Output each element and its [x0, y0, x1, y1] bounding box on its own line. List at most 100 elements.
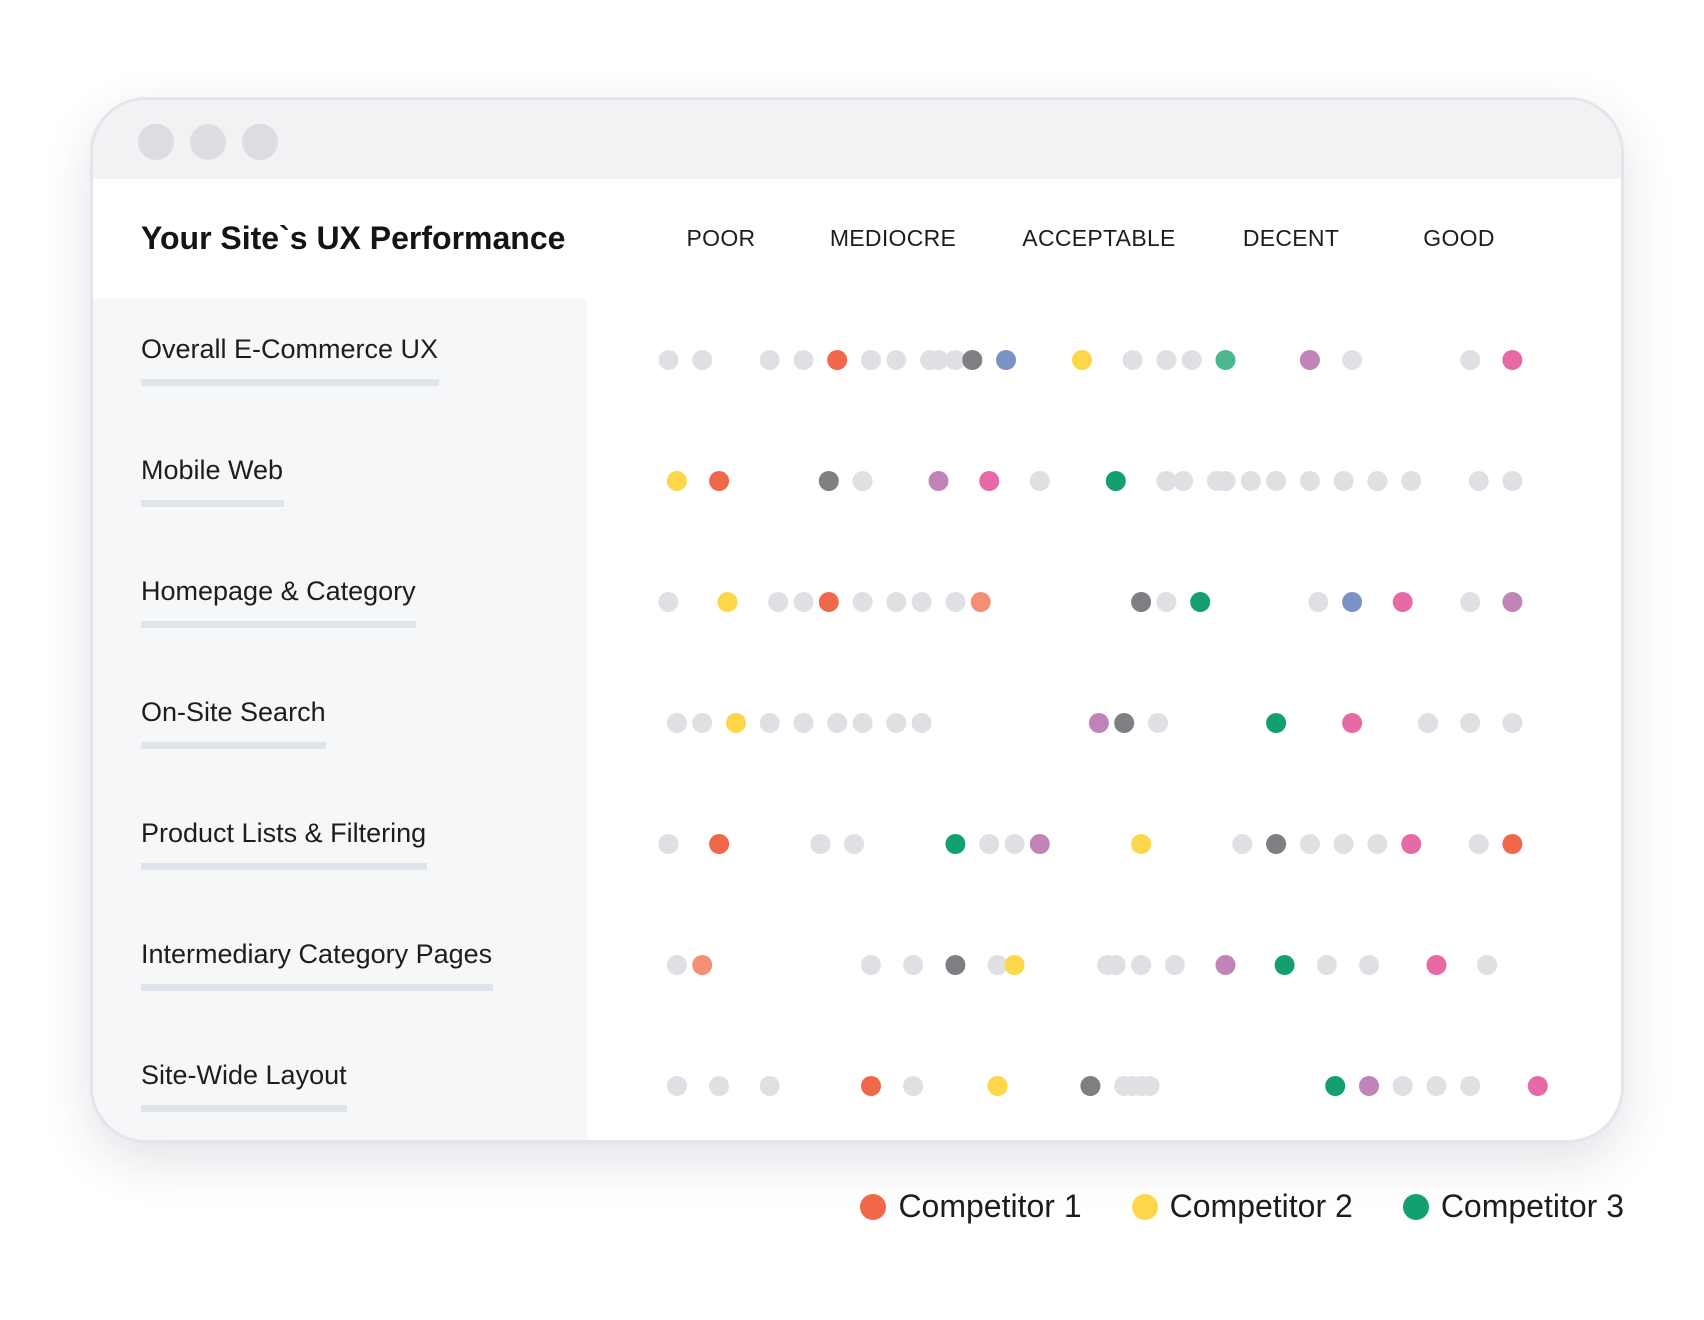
data-point-pink [1392, 592, 1413, 612]
data-point-other [1232, 834, 1253, 854]
dot-row-product-lists-filtering [658, 834, 1523, 854]
data-point-other [852, 713, 873, 733]
data-point-other [658, 834, 679, 854]
data-point-other [666, 955, 687, 975]
legend-swatch-competitor-2 [1131, 1193, 1158, 1220]
data-point-other [1426, 1076, 1447, 1096]
data-point-other [1173, 471, 1194, 491]
data-point-other [1460, 1076, 1481, 1096]
data-point-c2 [1004, 955, 1025, 975]
dot-row-on-site-search [666, 713, 1523, 733]
data-point-pink [979, 471, 1000, 491]
data-point-other [1156, 592, 1177, 612]
data-point-gray [1266, 834, 1287, 854]
data-point-pink [1426, 955, 1447, 975]
data-point-other [759, 350, 780, 370]
data-point-other [979, 834, 1000, 854]
data-point-other [1105, 955, 1126, 975]
dot-row-intermediary-category-pages [666, 955, 1498, 975]
browser-window: Your Site`s UX Performance POOR MEDIOCRE… [90, 97, 1624, 1143]
data-point-pink [1502, 350, 1523, 370]
data-point-other [1004, 834, 1025, 854]
data-point-purple [1502, 592, 1523, 612]
data-point-other [1156, 350, 1177, 370]
data-point-other [911, 592, 932, 612]
data-point-c3 [945, 834, 966, 854]
data-point-other [1181, 350, 1202, 370]
data-point-other [666, 713, 687, 733]
data-point-gray [1080, 1076, 1101, 1096]
data-point-other [1342, 350, 1363, 370]
data-point-other [1333, 834, 1354, 854]
data-point-other [1299, 471, 1320, 491]
data-point-other [1139, 1076, 1160, 1096]
data-point-c1 [861, 1076, 881, 1096]
data-point-other [861, 955, 881, 975]
data-point-other [886, 592, 907, 612]
dot-row-homepage-category [658, 592, 1523, 612]
data-point-purple [928, 471, 949, 491]
dot-row-mobile-web [666, 471, 1523, 491]
data-point-other [1401, 471, 1422, 491]
data-point-other [1266, 471, 1287, 491]
data-point-other [1029, 471, 1050, 491]
data-point-other [1359, 955, 1379, 975]
data-point-other [768, 592, 789, 612]
data-point-other [658, 350, 679, 370]
data-point-c1 [709, 471, 730, 491]
data-point-other [1333, 471, 1354, 491]
data-point-other [852, 471, 873, 491]
data-point-other [911, 713, 932, 733]
data-point-other [1468, 471, 1489, 491]
data-point-purple [1299, 350, 1320, 370]
data-point-other [827, 713, 848, 733]
data-point-pink [1527, 1076, 1548, 1096]
data-point-c1 [709, 834, 730, 854]
data-point-other [1164, 955, 1185, 975]
data-point-other [793, 713, 814, 733]
data-point-other [759, 713, 780, 733]
data-point-other [1308, 592, 1329, 612]
data-point-other [1367, 834, 1388, 854]
data-point-gray [818, 471, 839, 491]
data-point-other [861, 350, 881, 370]
data-point-c2 [987, 1076, 1008, 1096]
data-point-c3 [1325, 1076, 1346, 1096]
legend-item-competitor-2: Competitor 2 [1131, 1188, 1353, 1225]
data-point-blue [996, 350, 1016, 370]
data-point-other [793, 592, 814, 612]
data-point-purple [1359, 1076, 1379, 1096]
data-point-other [903, 955, 924, 975]
data-point-other [793, 350, 814, 370]
data-point-other [945, 592, 966, 612]
data-point-other [886, 713, 907, 733]
legend-swatch-competitor-1 [860, 1193, 887, 1220]
data-point-c1 [818, 592, 839, 612]
data-point-pink [1342, 713, 1363, 733]
data-point-c2 [1072, 350, 1092, 370]
data-point-gray [962, 350, 983, 370]
dot-row-overall-e-commerce-ux [658, 350, 1523, 370]
data-point-blue [1342, 592, 1363, 612]
data-point-other [1418, 713, 1438, 733]
dot-plot [658, 350, 1548, 1096]
legend: Competitor 1 Competitor 2 Competitor 3 [860, 1188, 1624, 1225]
data-point-other [903, 1076, 924, 1096]
data-point-other [1460, 592, 1481, 612]
data-point-other [1131, 955, 1152, 975]
legend-swatch-competitor-3 [1402, 1193, 1429, 1220]
data-point-other [810, 834, 831, 854]
data-point-c3 [1190, 592, 1211, 612]
data-point-other [1240, 471, 1261, 491]
data-point-other [1299, 834, 1320, 854]
legend-label: Competitor 1 [898, 1188, 1082, 1224]
data-point-c2 [717, 592, 738, 612]
data-point-salmon [692, 955, 713, 975]
legend-item-competitor-1: Competitor 1 [860, 1188, 1082, 1225]
data-point-other [666, 1076, 687, 1096]
data-point-other [1215, 471, 1236, 491]
data-point-purple [1029, 834, 1050, 854]
data-point-purple [1215, 955, 1236, 975]
data-point-other [886, 350, 907, 370]
data-point-other [1502, 471, 1523, 491]
